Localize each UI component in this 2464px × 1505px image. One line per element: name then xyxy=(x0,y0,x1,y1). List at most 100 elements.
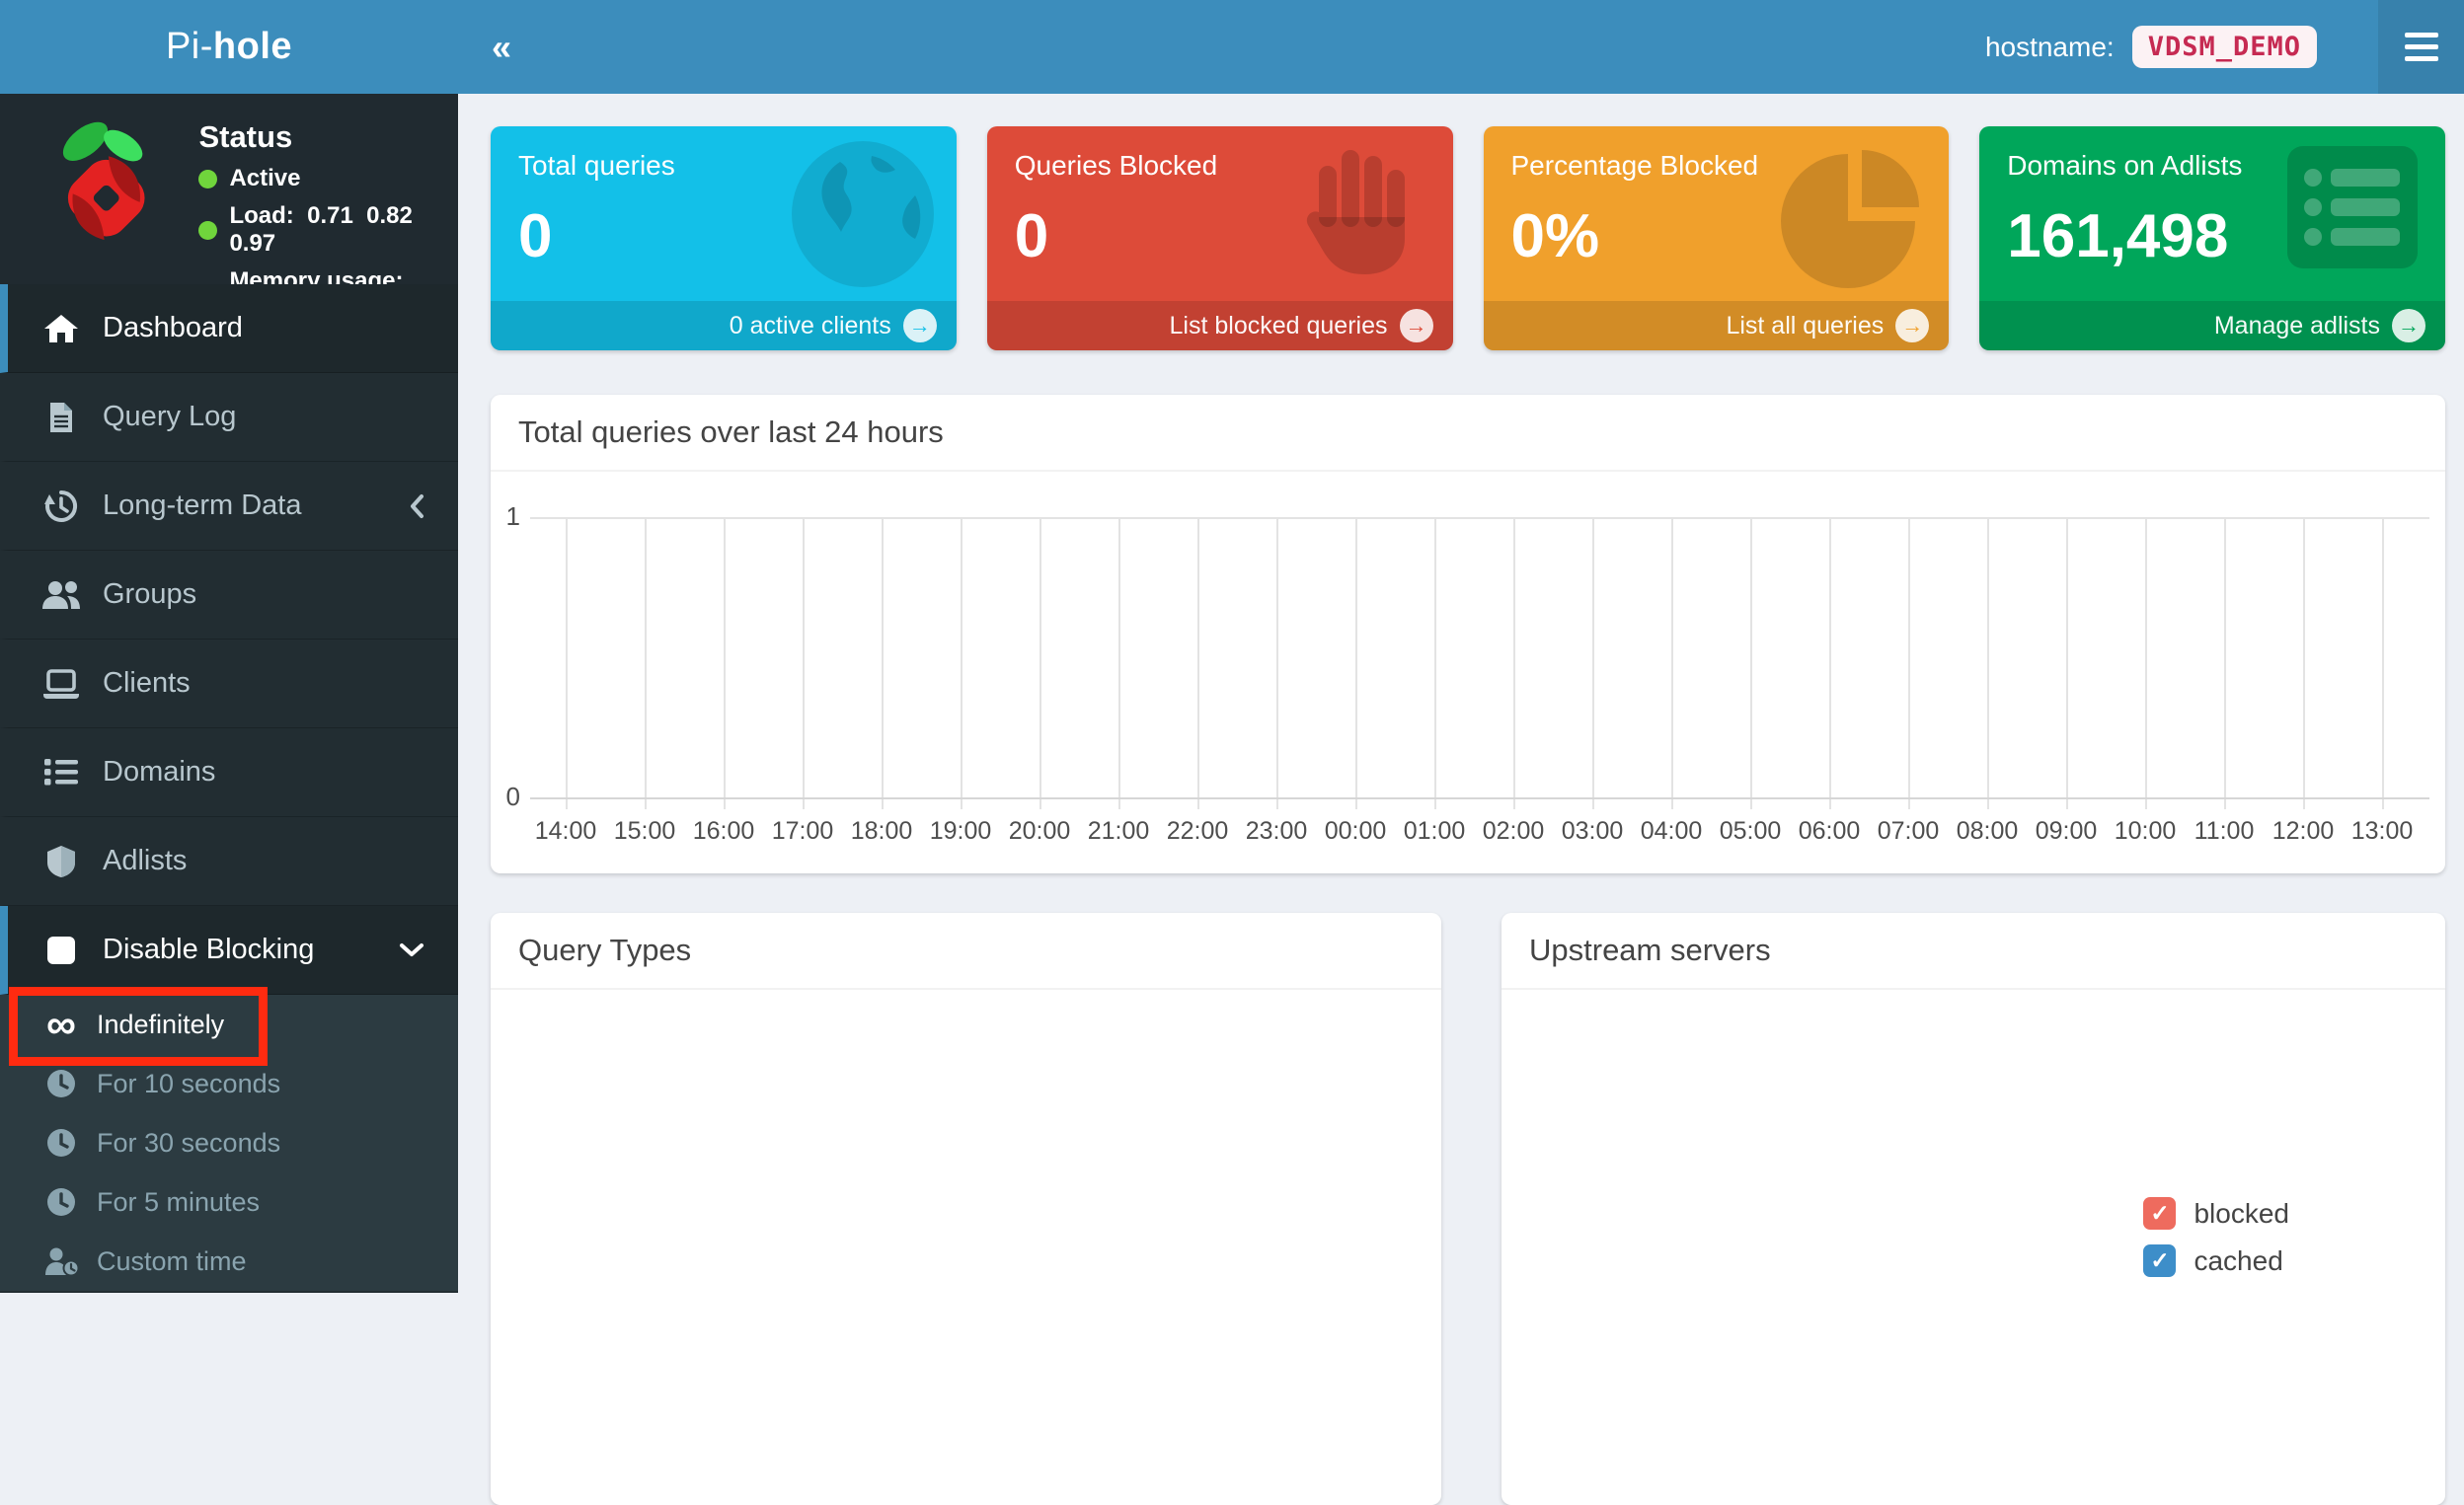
sidebar-item-label: Adlists xyxy=(103,845,187,877)
stop-square-icon xyxy=(39,936,83,965)
chart-legend: ✓ blocked ✓ cached xyxy=(2143,1197,2289,1277)
clock-icon xyxy=(41,1128,81,1158)
top-navbar: Pi-hole « hostname: VDSM_DEMO xyxy=(0,0,2464,94)
hamburger-menu-icon[interactable] xyxy=(2378,0,2464,94)
card-footer-link[interactable]: List blocked queries → xyxy=(987,301,1453,350)
panel-title: Query Types xyxy=(491,913,1441,990)
x-tick: 07:00 xyxy=(1869,817,1948,846)
x-tick: 02:00 xyxy=(1474,817,1553,846)
sidebar: Status Active Load: 0.71 0.82 0.97 Memor… xyxy=(0,94,458,1293)
card-footer-label: List all queries xyxy=(1726,312,1884,340)
home-icon xyxy=(39,314,83,343)
card-footer-label: Manage adlists xyxy=(2214,312,2380,340)
user-clock-icon xyxy=(41,1246,81,1276)
status-text: Active xyxy=(229,165,300,192)
legend-item-cached[interactable]: ✓ cached xyxy=(2143,1244,2289,1277)
x-tick: 09:00 xyxy=(2027,817,2106,846)
upstream-servers-panel: Upstream servers ✓ blocked ✓ cached xyxy=(1502,913,2445,1505)
sidebar-item-disable-blocking[interactable]: Disable Blocking xyxy=(0,906,458,995)
card-title: Queries Blocked xyxy=(987,126,1453,182)
hostname-badge: VDSM_DEMO xyxy=(2132,26,2317,68)
x-tick: 10:00 xyxy=(2106,817,2185,846)
sidebar-item-label: Clients xyxy=(103,667,191,700)
x-tick: 04:00 xyxy=(1632,817,1711,846)
arrow-circle-right-icon: → xyxy=(1400,309,1433,342)
legend-label: cached xyxy=(2194,1245,2282,1277)
card-footer-label: 0 active clients xyxy=(730,312,891,340)
load-text: Load: 0.71 0.82 0.97 xyxy=(229,202,458,258)
x-tick: 16:00 xyxy=(684,817,763,846)
chevron-down-icon xyxy=(399,942,424,958)
sidebar-item-label: Custom time xyxy=(97,1246,247,1277)
card-value: 0% xyxy=(1484,182,1950,271)
checkbox-checked-icon: ✓ xyxy=(2143,1197,2176,1230)
sidebar-menu: Dashboard Query Log Long-term Data Group… xyxy=(0,284,458,1291)
card-domains-on-adlists: Domains on Adlists 161,498 Manage adlist… xyxy=(1979,126,2445,350)
sidebar-subitem-for-30-seconds[interactable]: For 30 seconds xyxy=(0,1113,458,1172)
legend-label: blocked xyxy=(2194,1198,2289,1230)
x-tick: 23:00 xyxy=(1237,817,1316,846)
sidebar-item-query-log[interactable]: Query Log xyxy=(0,373,458,462)
panel-title: Upstream servers xyxy=(1502,913,2445,990)
sidebar-subitem-custom-time[interactable]: Custom time xyxy=(0,1232,458,1291)
x-tick: 22:00 xyxy=(1158,817,1237,846)
x-tick: 20:00 xyxy=(1000,817,1079,846)
summary-cards: Total queries 0 0 active clients → Queri… xyxy=(491,126,2445,350)
sidebar-subitem-for-5-minutes[interactable]: For 5 minutes xyxy=(0,1172,458,1232)
x-tick: 06:00 xyxy=(1790,817,1869,846)
status-row-active: Active xyxy=(198,165,458,192)
sidebar-item-label: Query Log xyxy=(103,401,236,433)
sidebar-collapse-button[interactable]: « xyxy=(492,0,511,94)
file-icon xyxy=(39,402,83,433)
status-dot-icon xyxy=(198,170,217,188)
laptop-icon xyxy=(39,669,83,699)
card-title: Total queries xyxy=(491,126,957,182)
card-footer-link[interactable]: 0 active clients → xyxy=(491,301,957,350)
chart-axis-baseline xyxy=(530,797,2429,799)
sidebar-item-long-term-data[interactable]: Long-term Data xyxy=(0,462,458,551)
x-tick: 11:00 xyxy=(2185,817,2264,846)
sidebar-item-dashboard[interactable]: Dashboard xyxy=(0,284,458,373)
sidebar-item-label: Long-term Data xyxy=(103,489,302,522)
sidebar-item-clients[interactable]: Clients xyxy=(0,640,458,728)
sidebar-item-label: For 10 seconds xyxy=(97,1069,280,1099)
checkbox-checked-icon: ✓ xyxy=(2143,1244,2176,1277)
sidebar-item-label: Disable Blocking xyxy=(103,934,314,966)
x-tick: 08:00 xyxy=(1948,817,2027,846)
clock-icon xyxy=(41,1069,81,1098)
sidebar-item-domains[interactable]: Domains xyxy=(0,728,458,817)
card-footer-link[interactable]: List all queries → xyxy=(1484,301,1950,350)
x-tick: 15:00 xyxy=(605,817,684,846)
card-value: 0 xyxy=(491,182,957,271)
pihole-logo[interactable]: Pi-hole xyxy=(0,0,458,94)
sidebar-item-label: For 30 seconds xyxy=(97,1128,280,1159)
card-footer-label: List blocked queries xyxy=(1170,312,1388,340)
x-tick: 03:00 xyxy=(1553,817,1632,846)
x-tick: 05:00 xyxy=(1711,817,1790,846)
x-tick: 01:00 xyxy=(1395,817,1474,846)
clock-icon xyxy=(41,1187,81,1217)
chart-gridline-1 xyxy=(530,517,2429,519)
card-total-queries: Total queries 0 0 active clients → xyxy=(491,126,957,350)
status-panel: Status Active Load: 0.71 0.82 0.97 Memor… xyxy=(0,94,458,284)
y-tick: 0 xyxy=(491,782,520,812)
query-types-panel: Query Types xyxy=(491,913,1441,1505)
arrow-circle-right-icon: → xyxy=(903,309,937,342)
x-tick: 13:00 xyxy=(2343,817,2422,846)
sidebar-item-label: For 5 minutes xyxy=(97,1187,260,1218)
sidebar-item-label: Dashboard xyxy=(103,312,243,344)
annotation-highlight-box xyxy=(9,987,268,1066)
shield-icon xyxy=(39,845,83,878)
card-value: 0 xyxy=(987,182,1453,271)
total-queries-chart-panel: Total queries over last 24 hours 1 0 14:… xyxy=(491,395,2445,873)
x-tick: 19:00 xyxy=(921,817,1000,846)
sidebar-item-adlists[interactable]: Adlists xyxy=(0,817,458,906)
sidebar-item-groups[interactable]: Groups xyxy=(0,551,458,640)
legend-item-blocked[interactable]: ✓ blocked xyxy=(2143,1197,2289,1230)
card-value: 161,498 xyxy=(1979,182,2445,271)
x-tick: 18:00 xyxy=(842,817,921,846)
card-footer-link[interactable]: Manage adlists → xyxy=(1979,301,2445,350)
card-queries-blocked: Queries Blocked 0 List blocked queries → xyxy=(987,126,1453,350)
hostname-label: hostname: xyxy=(1985,32,2115,63)
users-icon xyxy=(39,580,83,610)
